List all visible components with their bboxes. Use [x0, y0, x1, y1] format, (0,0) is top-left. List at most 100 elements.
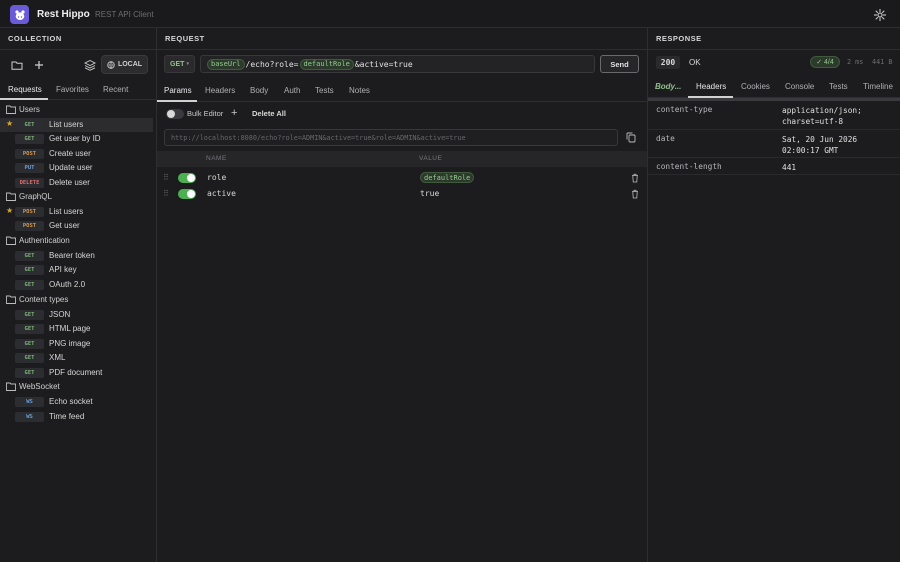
tab-response-headers[interactable]: Headers: [696, 82, 726, 91]
request-item[interactable]: WS Echo socket: [0, 395, 153, 409]
tab-params[interactable]: Params: [164, 86, 192, 95]
request-name: Update user: [49, 163, 93, 172]
tests-passed-badge[interactable]: ✓ 4/4: [810, 56, 840, 68]
param-value[interactable]: defaultRole: [420, 172, 475, 183]
param-name[interactable]: role: [207, 173, 226, 182]
trash-icon[interactable]: [631, 189, 639, 199]
method-badge: GET: [15, 324, 44, 334]
url-input[interactable]: baseUrl /echo?role= defaultRole &active=…: [200, 55, 595, 73]
folder-content-types[interactable]: Content types: [0, 293, 156, 307]
request-name: List users: [49, 207, 84, 216]
method-badge: GET: [15, 368, 44, 378]
tab-favorites[interactable]: Favorites: [56, 85, 89, 94]
header-row: date Sat, 20 Jun 2026 02:00:17 GMT: [648, 130, 900, 158]
folder-icon: [6, 295, 16, 304]
param-enabled-toggle[interactable]: [178, 173, 196, 183]
folder-users[interactable]: Users: [0, 103, 156, 117]
method-select[interactable]: GET ▾: [164, 55, 195, 73]
response-size: 441 B: [872, 58, 893, 66]
copy-icon[interactable]: [626, 132, 636, 143]
param-row: ⠿ active true: [157, 186, 647, 202]
header-value: 441: [782, 163, 797, 172]
drag-handle-icon[interactable]: ⠿: [163, 189, 169, 198]
method-badge: GET: [15, 339, 44, 349]
request-item[interactable]: GET HTML page: [0, 322, 153, 336]
folder-label: Authentication: [19, 236, 70, 245]
request-item[interactable]: GET Bearer token: [0, 249, 153, 263]
tab-response-body[interactable]: Body...: [655, 82, 681, 91]
folder-label: WebSocket: [19, 382, 60, 391]
request-name: Delete user: [49, 178, 90, 187]
request-item[interactable]: GET Get user by ID: [0, 132, 153, 146]
tab-cookies[interactable]: Cookies: [741, 82, 770, 91]
folder-icon: [6, 105, 16, 114]
request-item[interactable]: ★ GET List users: [0, 118, 153, 132]
method-badge: DELETE: [15, 178, 44, 188]
request-item[interactable]: GET PNG image: [0, 337, 153, 351]
environment-button[interactable]: LOCAL: [101, 55, 148, 74]
bulk-editor-toggle[interactable]: [166, 109, 184, 119]
tab-headers[interactable]: Headers: [205, 86, 235, 95]
drag-handle-icon[interactable]: ⠿: [163, 173, 169, 182]
layers-icon[interactable]: [84, 59, 96, 71]
status-code: 200: [656, 56, 680, 69]
request-item[interactable]: GET XML: [0, 351, 153, 365]
request-item[interactable]: GET PDF document: [0, 366, 153, 380]
method-badge: GET: [15, 353, 44, 363]
tab-body[interactable]: Body: [250, 86, 268, 95]
trash-icon[interactable]: [631, 173, 639, 183]
tab-auth[interactable]: Auth: [284, 86, 300, 95]
tab-console[interactable]: Console: [785, 82, 814, 91]
header-row: content-length 441: [648, 158, 900, 175]
request-item[interactable]: GET API key: [0, 263, 153, 277]
add-param-button[interactable]: +: [231, 107, 237, 119]
environment-label: LOCAL: [117, 61, 143, 68]
param-name[interactable]: active: [207, 189, 236, 198]
request-name: HTML page: [49, 324, 91, 333]
param-value[interactable]: true: [420, 189, 439, 198]
tab-requests[interactable]: Requests: [8, 85, 42, 94]
tab-timeline[interactable]: Timeline: [863, 82, 893, 91]
method-badge: PUT: [15, 163, 44, 173]
column-name-header: NAME: [206, 155, 227, 162]
url-variable[interactable]: defaultRole: [299, 58, 354, 70]
folder-icon: [6, 192, 16, 201]
request-item[interactable]: PUT Update user: [0, 161, 153, 175]
response-time: 2 ms: [847, 58, 864, 66]
tab-recent[interactable]: Recent: [103, 85, 128, 94]
star-icon[interactable]: ★: [6, 119, 13, 128]
request-header: REQUEST: [157, 28, 647, 50]
delete-all-button[interactable]: Delete All: [252, 109, 286, 118]
tab-tests[interactable]: Tests: [315, 86, 334, 95]
tab-notes[interactable]: Notes: [349, 86, 370, 95]
method-badge: POST: [15, 149, 44, 159]
tab-response-tests[interactable]: Tests: [829, 82, 848, 91]
request-name: Time feed: [49, 412, 85, 421]
folder-graphql[interactable]: GraphQL: [0, 190, 156, 204]
request-item[interactable]: GET OAuth 2.0: [0, 278, 153, 292]
request-item[interactable]: WS Time feed: [0, 410, 153, 424]
url-variable[interactable]: baseUrl: [207, 58, 245, 70]
header-value: Sat, 20 Jun 2026 02:00:17 GMT: [782, 135, 858, 155]
status-text: OK: [689, 58, 701, 67]
plus-icon[interactable]: [33, 59, 45, 71]
folder-websocket[interactable]: WebSocket: [0, 380, 156, 394]
folder-icon: [6, 236, 16, 245]
request-name: Create user: [49, 149, 91, 158]
star-icon[interactable]: ★: [6, 206, 13, 215]
folder-authentication[interactable]: Authentication: [0, 234, 156, 248]
settings-gear-icon[interactable]: [873, 8, 887, 22]
url-text: /echo?role=: [245, 59, 299, 69]
request-item[interactable]: ★ POST List users: [0, 205, 153, 219]
method-badge: POST: [15, 221, 44, 231]
method-label: GET: [170, 60, 185, 68]
folder-icon[interactable]: [11, 59, 23, 71]
request-item[interactable]: DELETE Delete user: [0, 176, 153, 190]
send-button[interactable]: Send: [600, 55, 639, 73]
request-item[interactable]: GET JSON: [0, 308, 153, 322]
param-enabled-toggle[interactable]: [178, 189, 196, 199]
request-item[interactable]: POST Create user: [0, 147, 153, 161]
param-row: ⠿ role defaultRole: [157, 170, 647, 186]
request-name: JSON: [49, 310, 71, 319]
request-item[interactable]: POST Get user: [0, 219, 153, 233]
